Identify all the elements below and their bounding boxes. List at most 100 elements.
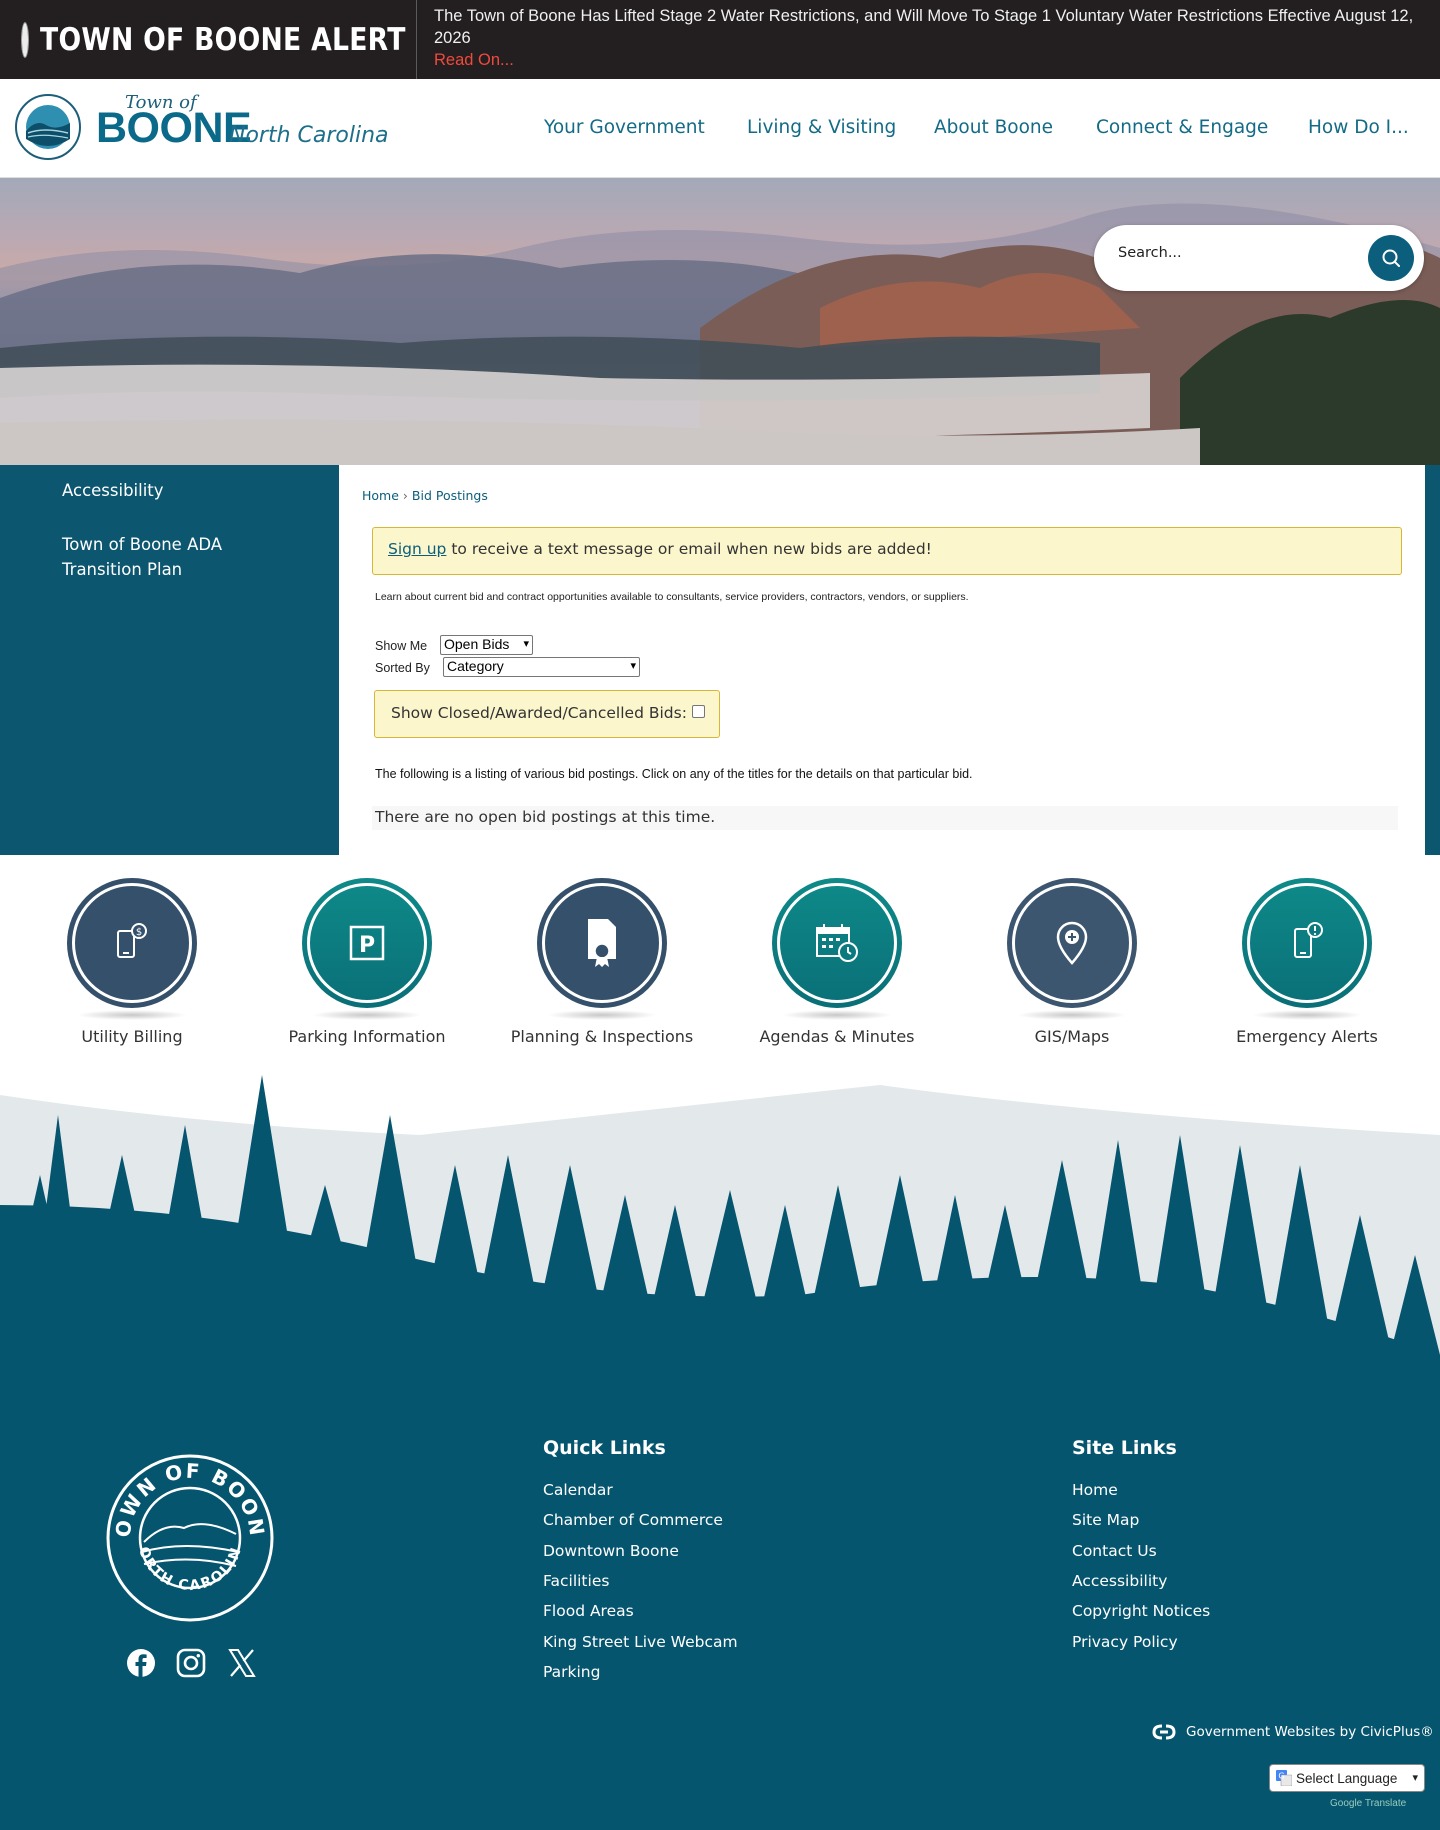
nav-how-do-i[interactable]: How Do I...: [1308, 117, 1409, 138]
civicplus-link[interactable]: Government Websites by CivicPlus®: [1152, 1724, 1434, 1740]
quick-link-planning-inspections[interactable]: Planning & Inspections: [507, 878, 697, 1046]
sidebar-nav: Accessibility Town of Boone ADA Transiti…: [14, 465, 339, 855]
sorted-by-select[interactable]: Category ▾: [443, 657, 640, 677]
quick-link-agendas-minutes[interactable]: Agendas & Minutes: [742, 878, 932, 1046]
document-ribbon-icon: [588, 919, 616, 967]
quick-link-shadow: [782, 1010, 892, 1020]
nav-living-visiting[interactable]: Living & Visiting: [747, 117, 896, 138]
quick-link-label: Agendas & Minutes: [759, 1027, 915, 1046]
calendar-clock-icon: [816, 924, 858, 962]
alert-message: The Town of Boone Has Lifted Stage 2 Wat…: [434, 5, 1424, 71]
quick-link-shadow: [312, 1010, 422, 1020]
parking-icon: P: [349, 925, 385, 961]
phone-alert-icon: [1294, 922, 1323, 958]
footer-link-accessibility[interactable]: Accessibility: [1072, 1572, 1167, 1590]
quick-link-label: Emergency Alerts: [1236, 1027, 1378, 1046]
alert-title: TOWN OF BOONE ALERT: [40, 21, 406, 58]
language-select[interactable]: G Select Language ▾: [1269, 1764, 1425, 1792]
phone-dollar-icon: $: [117, 923, 147, 958]
quick-link-shadow: [77, 1010, 187, 1020]
mountain-landscape-image: [0, 203, 1440, 465]
nav-connect-engage[interactable]: Connect & Engage: [1096, 117, 1268, 138]
closed-bids-checkbox[interactable]: [692, 705, 705, 718]
quick-link-shadow: [1252, 1010, 1362, 1020]
listing-intro: The following is a listing of various bi…: [375, 767, 973, 781]
main-nav: Your Government Living & Visiting About …: [0, 117, 1440, 147]
signup-link[interactable]: Sign up: [388, 540, 446, 558]
sidebar-item-ada-transition-plan[interactable]: Town of Boone ADA Transition Plan: [62, 532, 262, 582]
nav-about-boone[interactable]: About Boone: [934, 117, 1053, 138]
quick-link-gis-maps[interactable]: GIS/Maps: [977, 878, 1167, 1046]
quick-link-circle: [1007, 878, 1137, 1008]
site-links-title: Site Links: [1072, 1437, 1177, 1459]
signup-notice-text: to receive a text message or email when …: [446, 540, 932, 558]
footer-link-privacy-policy[interactable]: Privacy Policy: [1072, 1633, 1178, 1651]
civicplus-text: Government Websites by CivicPlus®: [1186, 1724, 1434, 1740]
alert-bar: TOWN OF BOONE ALERT The Town of Boone Ha…: [0, 0, 1440, 79]
nav-your-government[interactable]: Your Government: [544, 117, 705, 138]
tree-line-decoration: [0, 1055, 1440, 1385]
google-translate-powered: Google Translate: [1330, 1798, 1407, 1809]
quick-link-shadow: [547, 1010, 657, 1020]
svg-text:P: P: [359, 933, 375, 958]
svg-text:G: G: [1278, 1772, 1284, 1781]
alert-label: TOWN OF BOONE ALERT: [0, 0, 417, 79]
quick-link-circle: P: [302, 878, 432, 1008]
sidebar-item-accessibility[interactable]: Accessibility: [62, 478, 164, 503]
footer-link-king-street-webcam[interactable]: King Street Live Webcam: [543, 1633, 738, 1651]
footer-link-contact-us[interactable]: Contact Us: [1072, 1542, 1157, 1560]
footer-link-copyright-notices[interactable]: Copyright Notices: [1072, 1602, 1210, 1620]
quick-link-circle: [772, 878, 902, 1008]
chevron-down-icon: ▾: [523, 638, 529, 650]
no-bids-message: There are no open bid postings at this t…: [372, 806, 1398, 830]
search-button[interactable]: [1368, 235, 1414, 281]
breadcrumb: Home › Bid Postings: [362, 488, 488, 503]
svg-text:$: $: [136, 927, 142, 938]
signup-notice: Sign up to receive a text message or ema…: [372, 527, 1402, 575]
hero-banner: [0, 178, 1440, 465]
show-me-select-value: Open Bids: [444, 636, 510, 652]
closed-bids-label: Show Closed/Awarded/Cancelled Bids:: [391, 704, 687, 722]
page-description: Learn about current bid and contract opp…: [375, 591, 969, 603]
footer-link-flood-areas[interactable]: Flood Areas: [543, 1602, 634, 1620]
footer-link-home[interactable]: Home: [1072, 1481, 1118, 1499]
closed-bids-toggle: Show Closed/Awarded/Cancelled Bids:: [374, 690, 720, 738]
footer-link-facilities[interactable]: Facilities: [543, 1572, 609, 1590]
quick-link-circle: [537, 878, 667, 1008]
map-pin-icon: [1056, 921, 1088, 965]
instagram-icon[interactable]: [176, 1648, 206, 1678]
google-translate-icon: G: [1276, 1770, 1292, 1786]
search-input[interactable]: [1118, 245, 1338, 261]
search-icon: [1382, 249, 1400, 267]
quick-link-parking-information[interactable]: P Parking Information: [272, 878, 462, 1046]
alert-indicator-icon: [22, 22, 28, 57]
quick-link-circle: [1242, 878, 1372, 1008]
quick-link-utility-billing[interactable]: $ Utility Billing: [37, 878, 227, 1046]
quick-link-label: Utility Billing: [81, 1027, 183, 1046]
breadcrumb-current[interactable]: Bid Postings: [412, 488, 488, 503]
sorted-by-select-value: Category: [447, 658, 504, 674]
sorted-by-label: Sorted By: [375, 661, 430, 675]
show-me-select[interactable]: Open Bids ▾: [440, 635, 533, 655]
breadcrumb-home[interactable]: Home: [362, 488, 399, 503]
footer-link-site-map[interactable]: Site Map: [1072, 1511, 1139, 1529]
footer-link-parking[interactable]: Parking: [543, 1663, 600, 1681]
chevron-down-icon: ▾: [1412, 1772, 1418, 1784]
footer-town-seal-icon[interactable]: TOWN OF BOONE NORTH CAROLINA: [104, 1452, 276, 1624]
show-me-label: Show Me: [375, 639, 428, 653]
facebook-icon[interactable]: [126, 1648, 156, 1678]
breadcrumb-separator: ›: [402, 488, 408, 503]
alert-read-on-link[interactable]: Read On...: [434, 49, 1424, 71]
alert-message-text: The Town of Boone Has Lifted Stage 2 Wat…: [434, 7, 1414, 47]
quick-link-emergency-alerts[interactable]: Emergency Alerts: [1212, 878, 1402, 1046]
forest-silhouette-image: [0, 1075, 1440, 1385]
language-select-value: Select Language: [1296, 1770, 1398, 1786]
chevron-down-icon: ▾: [630, 660, 636, 672]
quick-link-label: Planning & Inspections: [510, 1027, 694, 1046]
quick-link-label: Parking Information: [288, 1027, 446, 1046]
footer-link-chamber-of-commerce[interactable]: Chamber of Commerce: [543, 1511, 723, 1529]
x-twitter-icon[interactable]: [227, 1648, 257, 1678]
quick-link-circle: $: [67, 878, 197, 1008]
footer-link-calendar[interactable]: Calendar: [543, 1481, 613, 1499]
footer-link-downtown-boone[interactable]: Downtown Boone: [543, 1542, 679, 1560]
